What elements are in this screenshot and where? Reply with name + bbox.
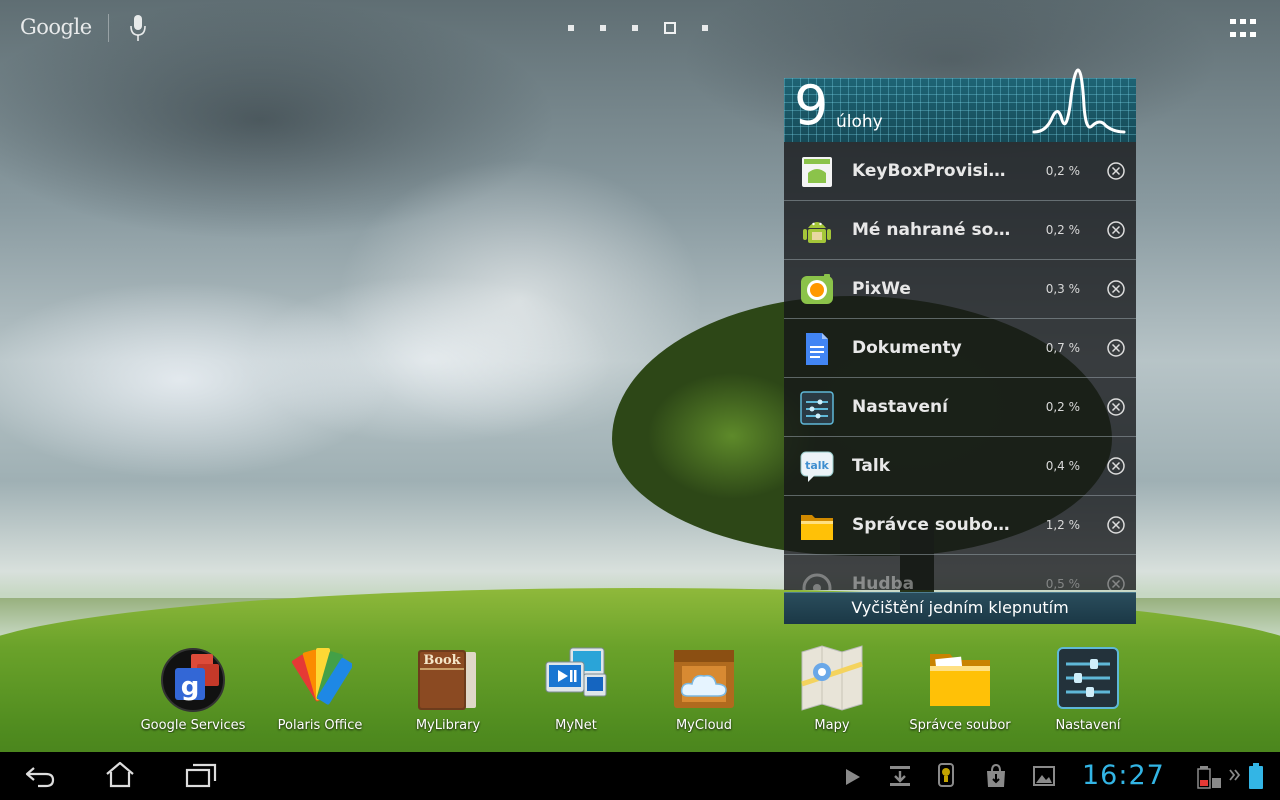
- settings-icon: [800, 391, 834, 425]
- task-row[interactable]: Hudba 0,5 %: [784, 555, 1136, 590]
- task-usage: 0,3 %: [1045, 282, 1080, 296]
- battery-icon: [1249, 763, 1263, 789]
- task-row[interactable]: Správce souborů 1,2 %: [784, 496, 1136, 555]
- system-bar: 16:27: [0, 752, 1280, 800]
- all-apps-icon[interactable]: [1230, 19, 1256, 37]
- task-row[interactable]: Nastavení 0,2 %: [784, 378, 1136, 437]
- dock-label: Mapy: [814, 718, 850, 733]
- task-usage: 1,2 %: [1045, 518, 1080, 532]
- task-count-label: úlohy: [836, 112, 883, 132]
- android-package-icon: [802, 157, 832, 187]
- close-icon[interactable]: [1106, 456, 1126, 476]
- task-usage: 0,7 %: [1045, 341, 1080, 355]
- task-usage: 0,2 %: [1045, 164, 1080, 178]
- page-dot-current: [664, 22, 676, 34]
- back-icon[interactable]: [24, 764, 56, 788]
- dock-item-mynet[interactable]: MyNet: [514, 644, 638, 740]
- svg-text:g: g: [181, 672, 200, 702]
- page-indicator: [568, 22, 734, 34]
- folder-icon: [930, 654, 990, 706]
- page-dot: [568, 25, 574, 31]
- polaris-office-icon: [291, 648, 352, 705]
- dock-item-file-manager[interactable]: Správce soubor: [898, 644, 1022, 740]
- page-dot: [632, 25, 638, 31]
- task-name: Správce souborů: [852, 515, 1012, 535]
- close-icon[interactable]: [1106, 220, 1126, 240]
- task-manager-header: 9 úlohy: [784, 68, 1136, 142]
- close-icon[interactable]: [1106, 161, 1126, 181]
- page-dot: [702, 25, 708, 31]
- task-usage: 0,5 %: [1045, 577, 1080, 590]
- clear-all-button[interactable]: Vyčištění jedním klepnutím: [784, 592, 1136, 624]
- dock-label: Nastavení: [1055, 718, 1121, 733]
- book-icon: Book: [418, 650, 476, 710]
- dock-item-polaris-office[interactable]: Polaris Office: [258, 644, 382, 740]
- usb-icon: [938, 763, 954, 787]
- store-icon: [987, 763, 1005, 787]
- home-icon[interactable]: [104, 760, 136, 788]
- music-icon: [802, 573, 832, 590]
- task-list[interactable]: KeyBoxProvision 0,2 % Mé nahrané soubory…: [784, 142, 1136, 590]
- android-robot-icon: [803, 222, 831, 243]
- close-icon[interactable]: [1106, 574, 1126, 590]
- svg-text:talk: talk: [805, 459, 829, 472]
- google-search-logo[interactable]: Google: [20, 15, 92, 39]
- task-name: Mé nahrané soubory: [852, 220, 1012, 240]
- dock-item-mycloud[interactable]: MyCloud: [642, 644, 766, 740]
- close-icon[interactable]: [1106, 397, 1126, 417]
- download-icon: [890, 766, 910, 786]
- page-dot: [600, 25, 606, 31]
- recent-apps-icon[interactable]: [184, 762, 218, 788]
- book-icon-title: Book: [423, 653, 461, 668]
- dock-label: MyLibrary: [415, 718, 481, 733]
- task-name: Nastavení: [852, 397, 948, 417]
- close-icon[interactable]: [1106, 279, 1126, 299]
- play-icon: [846, 769, 860, 785]
- task-name: PixWe: [852, 279, 911, 299]
- dock-label: MyCloud: [675, 718, 733, 733]
- task-usage: 0,4 %: [1045, 459, 1080, 473]
- task-name: Dokumenty: [852, 338, 962, 358]
- folder-icon: [801, 515, 833, 540]
- task-usage: 0,2 %: [1045, 223, 1080, 237]
- close-icon[interactable]: [1106, 338, 1126, 358]
- dock-item-google-services[interactable]: g Google Services: [131, 644, 255, 740]
- heartbeat-pulse-icon: [1032, 68, 1126, 134]
- dock-label: Správce soubor: [909, 718, 1011, 733]
- picture-icon: [1033, 766, 1055, 786]
- dock-item-mylibrary[interactable]: Book MyLibrary: [386, 644, 510, 740]
- mynet-icon: [545, 647, 607, 697]
- talk-icon: talk: [800, 451, 834, 482]
- dock-label: Google Services: [140, 718, 246, 733]
- dock-label: MyNet: [555, 718, 597, 733]
- task-row[interactable]: talk Talk 0,4 %: [784, 437, 1136, 496]
- task-row[interactable]: KeyBoxProvision 0,2 %: [784, 142, 1136, 201]
- dock-item-settings[interactable]: Nastavení: [1026, 644, 1150, 740]
- google-services-icon: g: [161, 648, 225, 712]
- dock-item-mapy[interactable]: Mapy: [770, 644, 894, 740]
- dock-label: Polaris Office: [277, 718, 363, 733]
- clock[interactable]: 16:27: [1082, 760, 1165, 791]
- docs-icon: [806, 333, 828, 365]
- close-icon[interactable]: [1106, 515, 1126, 535]
- task-name: Talk: [852, 456, 891, 476]
- maps-icon: [801, 645, 863, 711]
- task-usage: 0,2 %: [1045, 400, 1080, 414]
- task-count: 9: [794, 74, 829, 137]
- settings-icon: [1057, 647, 1119, 709]
- task-row[interactable]: Mé nahrané soubory 0,2 %: [784, 201, 1136, 260]
- task-manager-widget: 9 úlohy KeyBoxProvision 0,2 % Mé nahrané…: [784, 68, 1136, 624]
- task-name: Hudba: [852, 574, 915, 590]
- task-row[interactable]: Dokumenty 0,7 %: [784, 319, 1136, 378]
- task-name: KeyBoxProvision: [852, 161, 1012, 181]
- task-row[interactable]: PixWe 0,3 %: [784, 260, 1136, 319]
- pixwe-icon: [801, 274, 833, 304]
- search-divider: [108, 14, 109, 42]
- keyboard-battery-icon: [1197, 766, 1221, 789]
- chevron-right-icon: [1229, 769, 1241, 781]
- microphone-icon[interactable]: [130, 14, 146, 42]
- cloud-icon: [674, 650, 734, 708]
